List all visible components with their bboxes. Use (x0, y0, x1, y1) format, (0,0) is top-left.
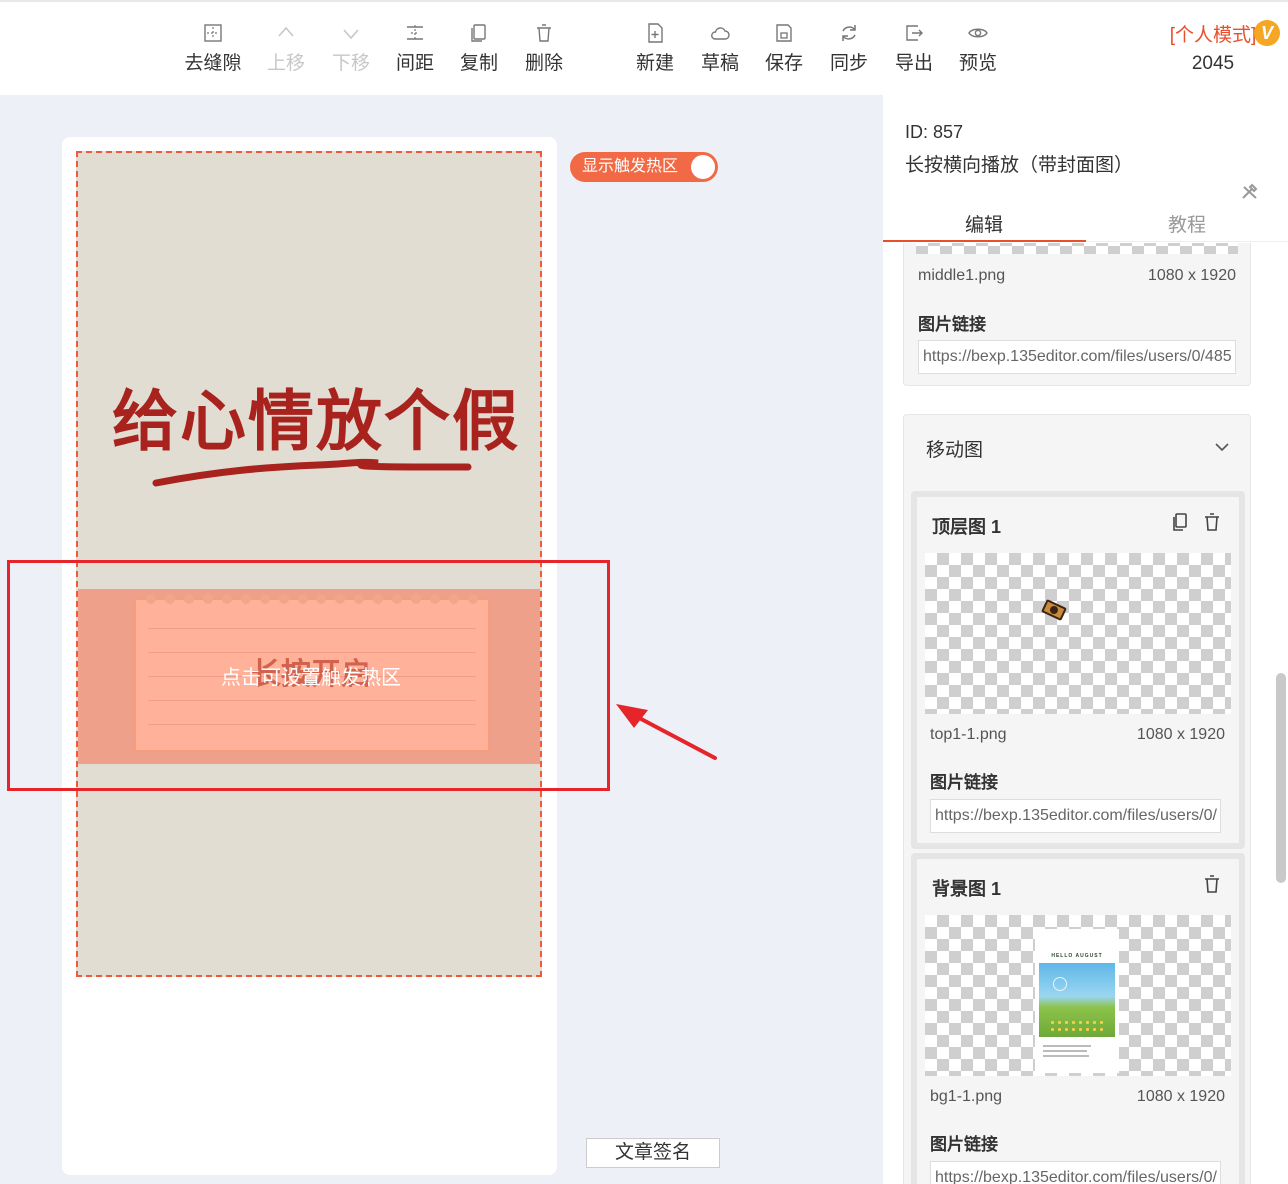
show-hotzone-toggle[interactable]: 显示触发热区 (570, 152, 718, 182)
panel-scroll[interactable]: middle1.png 1080 x 1920 图片链接 https://bex… (883, 243, 1288, 1184)
toolbar: 去缝隙 上移 下移 间距 复制 删除 新建 草稿 保存 同步 导出 预览 [个人… (0, 0, 1288, 95)
chevron-down-icon[interactable] (1214, 439, 1230, 455)
delete-button[interactable]: 删除 (512, 22, 576, 75)
poster-image (1039, 963, 1115, 1037)
image-link-input[interactable]: https://bexp.135editor.com/files/users/0… (918, 340, 1236, 374)
file-name: bg1-1.png (930, 1088, 1003, 1105)
layer-thumb[interactable] (925, 553, 1231, 714)
grid-icon (202, 22, 224, 44)
save-button[interactable]: 保存 (752, 22, 816, 75)
signature-button[interactable]: 文章签名 (586, 1138, 720, 1168)
copy-icon (468, 22, 490, 44)
template-id: ID: 857 (905, 122, 964, 142)
move-down-button[interactable]: 下移 (319, 22, 383, 75)
link-label: 图片链接 (930, 773, 998, 792)
panel-tabs: 编辑 教程 (883, 200, 1288, 242)
middle-image-card: middle1.png 1080 x 1920 图片链接 https://bex… (903, 243, 1251, 386)
canvas-area: 给心情放个假 长按开启 点击可设置触发热区 显示触发热区 文章签名 (0, 95, 883, 1184)
layer-thumb[interactable]: HELLO AUGUST (925, 915, 1231, 1076)
chevron-up-icon (275, 22, 297, 44)
file-name: top1-1.png (930, 726, 1007, 743)
draft-button[interactable]: 草稿 (688, 22, 752, 75)
preview-button[interactable]: 预览 (946, 22, 1010, 75)
trash-icon[interactable] (1201, 511, 1223, 533)
image-link-input[interactable]: https://bexp.135editor.com/files/users/0… (930, 799, 1221, 833)
property-panel: ID: 857 长按横向播放（带封面图） 编辑 教程 middle1.png 1… (883, 95, 1288, 1184)
active-tab-indicator (883, 240, 1086, 242)
panel-scrollbar[interactable] (1276, 673, 1286, 883)
cloud-icon (709, 22, 731, 44)
tab-edit[interactable]: 编辑 (965, 210, 1003, 237)
layer-title: 背景图 1 (932, 879, 1002, 899)
sync-icon (838, 22, 860, 44)
poster-thumb: HELLO AUGUST (1035, 929, 1119, 1073)
remove-gap-button[interactable]: 去缝隙 (181, 22, 245, 75)
sync-button[interactable]: 同步 (817, 22, 881, 75)
layer-card: 背景图 1 HELLO AUGUST bg1-1.png 1080 x 1920… (911, 853, 1245, 1184)
spacing-icon (404, 22, 426, 44)
section-title[interactable]: 移动图 (926, 435, 983, 462)
moving-image-section: 移动图 顶层图 1 top1-1.png 1080 x 1920 图片链接 ht… (903, 414, 1251, 1184)
underline-swoosh-icon (152, 458, 472, 487)
spacing-button[interactable]: 间距 (383, 22, 447, 75)
copy-button[interactable]: 复制 (447, 22, 511, 75)
save-icon (773, 22, 795, 44)
copy-icon[interactable] (1169, 511, 1191, 533)
file-size: 1080 x 1920 (1147, 267, 1236, 284)
trash-icon (533, 22, 555, 44)
trash-icon[interactable] (1201, 873, 1223, 895)
tab-tutorial[interactable]: 教程 (1168, 210, 1206, 237)
poster-heading: HELLO AUGUST (1051, 953, 1103, 959)
export-icon (903, 22, 925, 44)
link-label: 图片链接 (918, 315, 986, 334)
template-name: 长按横向播放（带封面图） (905, 155, 1134, 176)
eye-icon (967, 22, 989, 44)
new-file-icon (644, 22, 666, 44)
mode-number: 2045 (1191, 53, 1235, 74)
file-name: middle1.png (918, 267, 1006, 284)
move-up-button[interactable]: 上移 (254, 22, 318, 75)
layer-card: 顶层图 1 top1-1.png 1080 x 1920 图片链接 https:… (911, 491, 1245, 849)
vip-badge-icon: V (1254, 20, 1280, 46)
new-button[interactable]: 新建 (623, 22, 687, 75)
headline-text: 给心情放个假 (112, 383, 520, 460)
toggle-label: 显示触发热区 (582, 158, 679, 175)
toggle-knob (691, 155, 715, 179)
link-label: 图片链接 (930, 1135, 998, 1154)
annotation-arrow-icon (616, 704, 717, 760)
layer-title: 顶层图 1 (932, 517, 1002, 537)
tools-icon[interactable] (1240, 183, 1260, 201)
file-size: 1080 x 1920 (1136, 726, 1225, 743)
annotation-box (7, 560, 610, 791)
export-button[interactable]: 导出 (882, 22, 946, 75)
chevron-down-icon (340, 22, 362, 44)
middle-image-thumb[interactable] (916, 243, 1238, 254)
camera-sticker-icon (1041, 599, 1067, 621)
personal-mode[interactable]: [个人模式] V 2045 (1148, 20, 1280, 75)
image-link-input[interactable]: https://bexp.135editor.com/files/users/0… (930, 1161, 1221, 1184)
file-size: 1080 x 1920 (1136, 1088, 1225, 1105)
